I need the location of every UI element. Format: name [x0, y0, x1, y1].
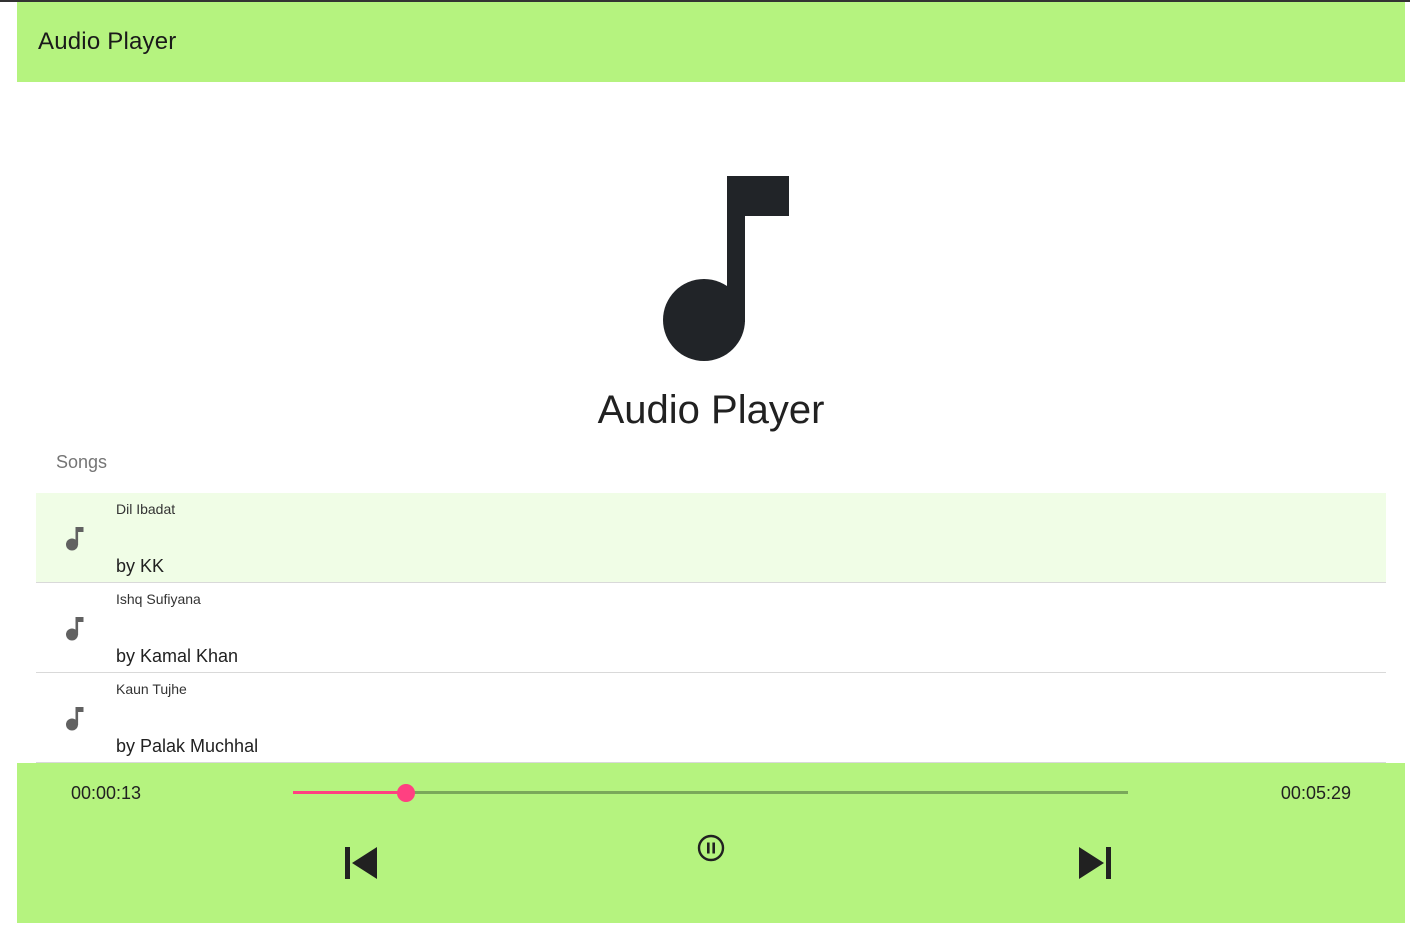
app-toolbar: Audio Player [17, 2, 1405, 82]
skip-next-icon [1079, 847, 1111, 879]
song-list: Dil Ibadat by KK Ishq Sufiyana by Kamal … [36, 493, 1386, 763]
song-item[interactable]: Ishq Sufiyana by Kamal Khan [36, 583, 1386, 673]
skip-previous-icon [345, 847, 377, 879]
seek-slider[interactable] [293, 783, 1128, 802]
song-item[interactable]: Dil Ibadat by KK [36, 493, 1386, 583]
music-note-icon [66, 527, 84, 551]
next-button[interactable] [1073, 843, 1117, 883]
hero-title: Audio Player [597, 388, 825, 432]
song-artist: by Kamal Khan [116, 646, 239, 666]
song-artist: by KK [116, 556, 165, 576]
song-title: Ishq Sufiyana [116, 591, 201, 607]
total-time: 00:05:29 [1280, 783, 1351, 803]
seek-slider-thumb[interactable] [396, 783, 415, 802]
music-note-icon [66, 707, 84, 731]
pause-button[interactable] [694, 831, 728, 865]
songs-list-header: Songs [56, 452, 108, 472]
song-item[interactable]: Kaun Tujhe by Palak Muchhal [36, 673, 1386, 763]
previous-button[interactable] [339, 843, 383, 883]
seek-slider-progress [293, 791, 406, 794]
song-artist: by Palak Muchhal [116, 736, 259, 756]
music-note-icon [663, 176, 789, 361]
current-time: 00:00:13 [71, 783, 142, 803]
song-title: Kaun Tujhe [116, 681, 187, 697]
toolbar-title: Audio Player [38, 28, 177, 55]
music-note-icon [66, 617, 84, 641]
song-title: Dil Ibadat [116, 501, 176, 517]
player-bar: 00:00:13 00:05:29 [17, 763, 1405, 923]
pause-circle-icon [697, 834, 725, 862]
hero-section: Audio Player [17, 82, 1405, 442]
